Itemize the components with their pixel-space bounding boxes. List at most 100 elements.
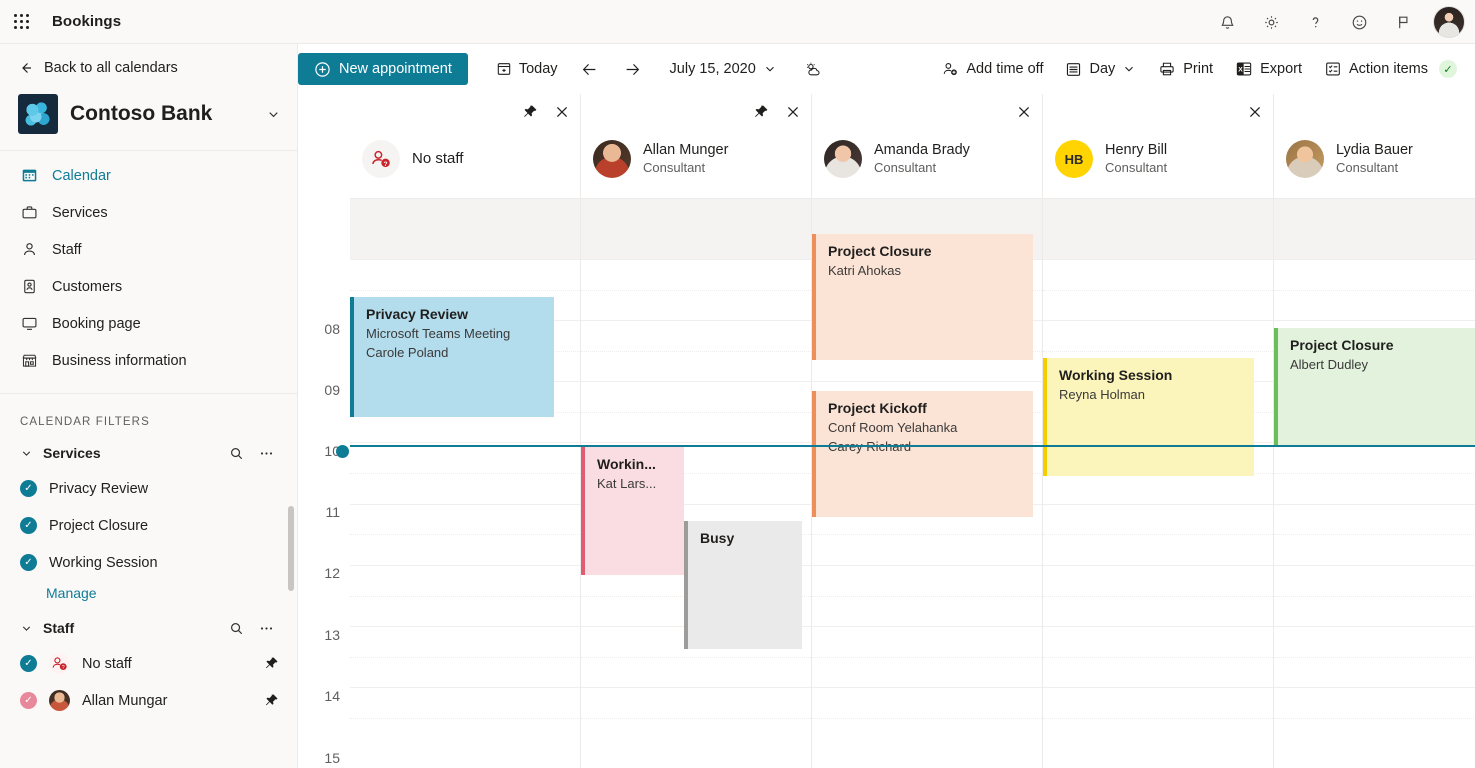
event-customer: Carole Poland bbox=[366, 343, 544, 363]
filter-staff-allan-mungar[interactable]: ✓ Allan Mungar bbox=[0, 682, 297, 719]
sidebar-item-customers[interactable]: Customers bbox=[0, 268, 297, 305]
chevron-down-icon bbox=[763, 62, 777, 76]
staff-column-amanda-brady: Amanda Brady Consultant bbox=[812, 94, 1043, 768]
calendar-event[interactable]: Project Closure Albert Dudley bbox=[1274, 328, 1475, 446]
search-icon[interactable] bbox=[229, 621, 249, 636]
filter-staff-no-staff[interactable]: ✓ ? No staff bbox=[0, 645, 297, 682]
waffle-icon[interactable] bbox=[0, 0, 44, 44]
event-title: Working Session bbox=[1059, 366, 1244, 385]
column-body[interactable]: Project Closure Katri Ahokas Project Kic… bbox=[812, 199, 1042, 768]
calendar-grid: 08 09 10 11 12 13 14 15 bbox=[298, 94, 1475, 768]
today-button[interactable]: Today bbox=[486, 53, 568, 85]
filter-working-session[interactable]: ✓ Working Session bbox=[0, 544, 297, 581]
event-customer: Reyna Holman bbox=[1059, 385, 1244, 405]
flag-icon[interactable] bbox=[1383, 2, 1423, 42]
avatar bbox=[49, 690, 70, 711]
sidebar-item-business-information[interactable]: Business information bbox=[0, 342, 297, 379]
staff-name: Lydia Bauer bbox=[1336, 141, 1413, 159]
calendar-event[interactable]: Project Kickoff Conf Room Yelahanka Care… bbox=[812, 391, 1033, 517]
export-button[interactable]: X Export bbox=[1225, 53, 1312, 85]
column-body[interactable]: Project Closure Albert Dudley bbox=[1274, 199, 1475, 768]
chevron-down-icon[interactable] bbox=[20, 622, 33, 635]
export-label: Export bbox=[1260, 61, 1302, 77]
filter-privacy-review[interactable]: ✓ Privacy Review bbox=[0, 470, 297, 507]
avatar bbox=[593, 140, 631, 178]
action-items-button[interactable]: Action items ✓ bbox=[1314, 53, 1467, 85]
notification-bell-icon[interactable] bbox=[1207, 2, 1247, 42]
back-to-all-calendars[interactable]: Back to all calendars bbox=[0, 44, 297, 90]
chevron-down-icon[interactable] bbox=[20, 447, 33, 460]
checkbox-checked-icon[interactable]: ✓ bbox=[20, 480, 37, 497]
day-view-icon bbox=[1065, 61, 1082, 78]
off-hours-band bbox=[1043, 199, 1273, 259]
staff-column-lydia-bauer: Lydia Bauer Consultant bbox=[1274, 94, 1475, 768]
print-button[interactable]: Print bbox=[1148, 53, 1223, 85]
more-options-icon[interactable] bbox=[259, 446, 279, 461]
staff-column-henry-bill: HB Henry Bill Consultant bbox=[1043, 94, 1274, 768]
close-icon[interactable] bbox=[1247, 104, 1263, 120]
chevron-down-icon[interactable] bbox=[266, 107, 281, 122]
checkbox-checked-icon[interactable]: ✓ bbox=[20, 554, 37, 571]
checkbox-checked-icon[interactable]: ✓ bbox=[20, 692, 37, 709]
current-date-label: July 15, 2020 bbox=[670, 61, 756, 77]
calendar-event[interactable]: Project Closure Katri Ahokas bbox=[812, 234, 1033, 360]
view-label: Day bbox=[1089, 61, 1115, 77]
staff-name: Allan Munger bbox=[643, 141, 728, 159]
manage-services-link[interactable]: Manage bbox=[0, 581, 297, 611]
filter-project-closure[interactable]: ✓ Project Closure bbox=[0, 507, 297, 544]
event-title: Privacy Review bbox=[366, 305, 544, 324]
svg-text:?: ? bbox=[383, 161, 387, 168]
column-header-actions bbox=[1016, 104, 1032, 120]
column-body[interactable]: Workin... Kat Lars... Busy bbox=[581, 199, 811, 768]
sidebar-item-services[interactable]: Services bbox=[0, 194, 297, 231]
pin-icon[interactable] bbox=[522, 104, 538, 120]
calendar-event[interactable]: Working Session Reyna Holman bbox=[1043, 358, 1254, 476]
pin-icon[interactable] bbox=[753, 104, 769, 120]
close-icon[interactable] bbox=[554, 104, 570, 120]
contoso-logo-icon bbox=[18, 94, 58, 134]
staff-filter-group[interactable]: Staff bbox=[0, 611, 297, 645]
hour-label: 09 bbox=[324, 383, 340, 397]
add-time-off-button[interactable]: Add time off bbox=[931, 53, 1053, 85]
pin-icon[interactable] bbox=[264, 693, 279, 708]
storefront-icon bbox=[20, 352, 38, 370]
staff-role: Consultant bbox=[1105, 160, 1167, 177]
calendar-event[interactable]: Workin... Kat Lars... bbox=[581, 447, 684, 575]
hour-label: 14 bbox=[324, 689, 340, 703]
checkbox-checked-icon[interactable]: ✓ bbox=[20, 655, 37, 672]
main-content: New appointment Today bbox=[298, 44, 1475, 768]
toolbar-right-actions: Add time off Day bbox=[931, 53, 1467, 85]
pin-icon[interactable] bbox=[264, 656, 279, 671]
weather-button[interactable] bbox=[793, 53, 832, 85]
search-icon[interactable] bbox=[229, 446, 249, 461]
filter-label: Privacy Review bbox=[49, 481, 148, 497]
new-appointment-button[interactable]: New appointment bbox=[298, 53, 468, 85]
sidebar-item-calendar[interactable]: Calendar bbox=[0, 157, 297, 194]
services-filter-group[interactable]: Services bbox=[0, 436, 297, 470]
sidebar-item-booking-page[interactable]: Booking page bbox=[0, 305, 297, 342]
sidebar-item-staff[interactable]: Staff bbox=[0, 231, 297, 268]
suite-header: Bookings bbox=[0, 0, 1475, 44]
user-avatar[interactable] bbox=[1433, 6, 1465, 38]
close-icon[interactable] bbox=[1016, 104, 1032, 120]
excel-export-icon: X bbox=[1235, 60, 1253, 78]
column-body[interactable]: Privacy Review Microsoft Teams Meeting C… bbox=[350, 199, 580, 768]
date-picker-button[interactable]: July 15, 2020 bbox=[660, 53, 787, 85]
next-day-button[interactable] bbox=[611, 53, 654, 85]
more-options-icon[interactable] bbox=[259, 621, 279, 636]
sidebar-scrollbar[interactable] bbox=[288, 506, 294, 591]
column-body[interactable]: Working Session Reyna Holman bbox=[1043, 199, 1273, 768]
app-title: Bookings bbox=[52, 13, 121, 30]
gear-icon[interactable] bbox=[1251, 2, 1291, 42]
calendar-event[interactable]: Privacy Review Microsoft Teams Meeting C… bbox=[350, 297, 554, 417]
help-question-icon[interactable] bbox=[1295, 2, 1335, 42]
business-name: Contoso Bank bbox=[70, 102, 254, 126]
action-items-icon bbox=[1324, 60, 1342, 78]
view-selector-button[interactable]: Day bbox=[1055, 53, 1146, 85]
business-switcher[interactable]: Contoso Bank bbox=[0, 90, 297, 151]
close-icon[interactable] bbox=[785, 104, 801, 120]
smiley-feedback-icon[interactable] bbox=[1339, 2, 1379, 42]
checkbox-checked-icon[interactable]: ✓ bbox=[20, 517, 37, 534]
calendar-event-busy[interactable]: Busy bbox=[684, 521, 802, 649]
previous-day-button[interactable] bbox=[568, 53, 611, 85]
